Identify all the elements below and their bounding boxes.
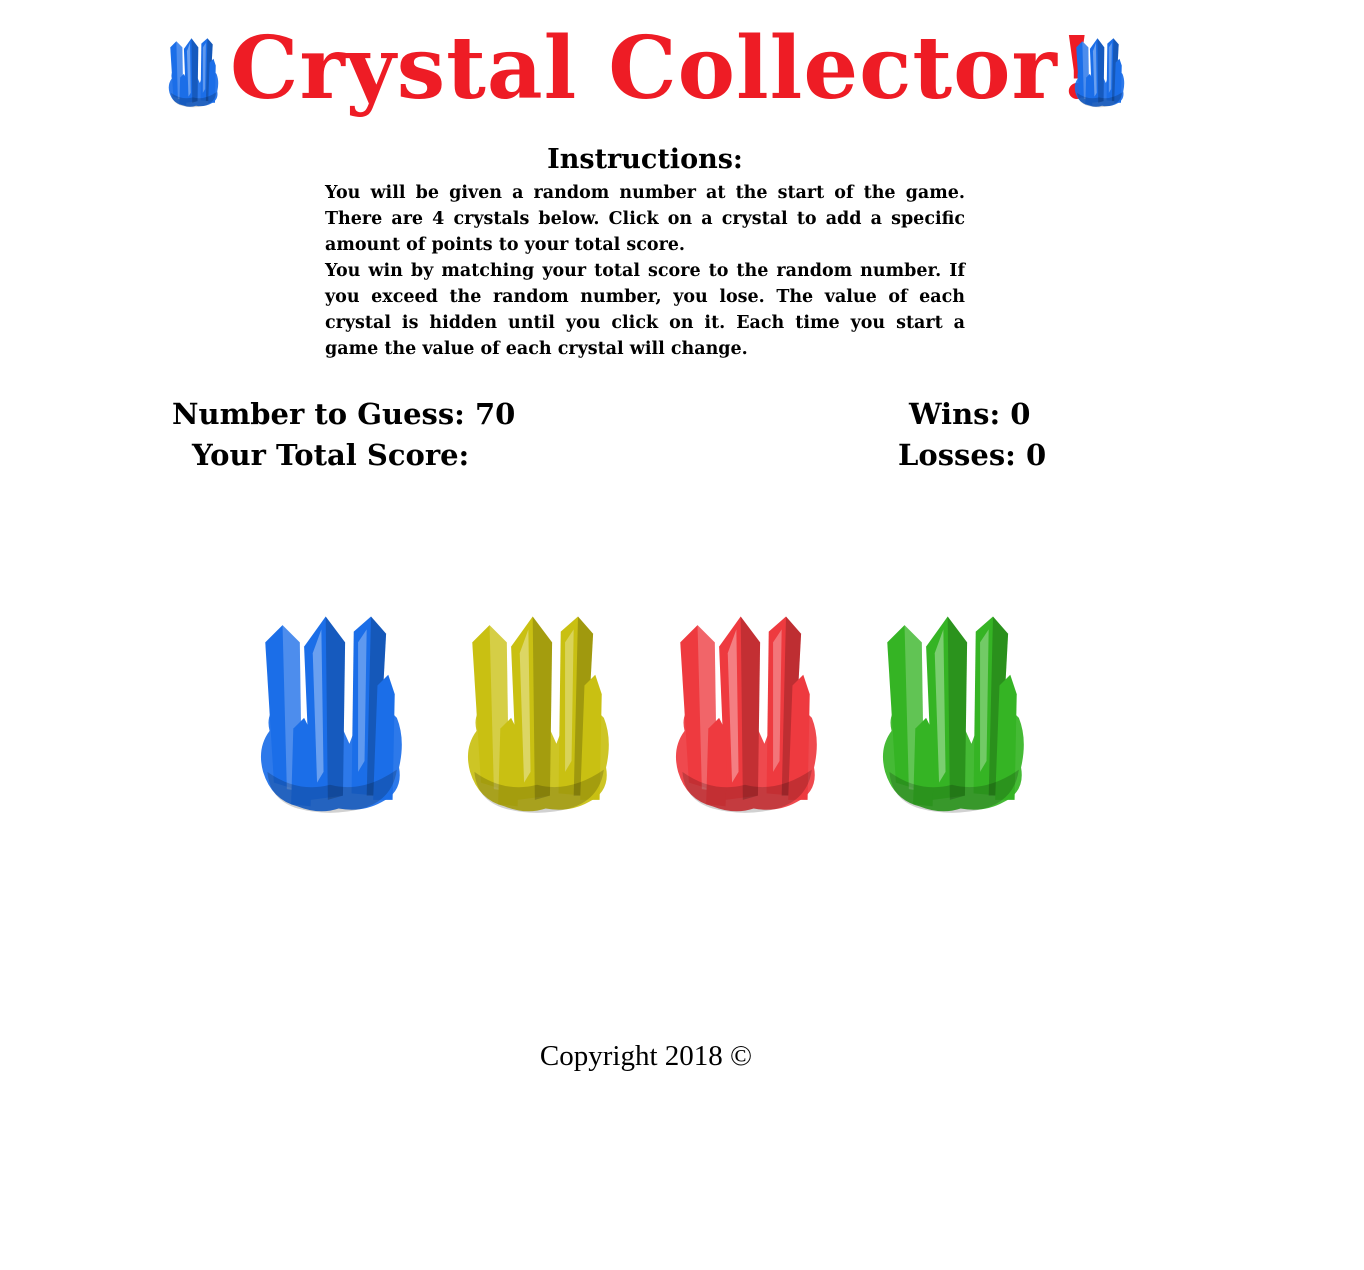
instructions-heading: Instructions:	[547, 144, 743, 175]
yellow-crystal-icon	[457, 610, 617, 815]
instructions-paragraph: You will be given a random number at the…	[325, 183, 965, 255]
page-title: Crystal Collector!	[230, 18, 1097, 119]
total-score: Your Total Score:	[192, 438, 470, 472]
yellow-crystal-button[interactable]	[457, 610, 617, 815]
losses-counter: Losses: 0	[898, 438, 1047, 472]
header: Crystal Collector!	[160, 14, 1135, 134]
instructions-text: You will be given a random number at the…	[325, 180, 965, 362]
green-crystal-icon	[872, 610, 1032, 815]
green-crystal-button[interactable]	[872, 610, 1032, 815]
number-to-guess: Number to Guess: 70	[172, 397, 516, 431]
blue-crystal-icon	[250, 610, 410, 815]
blue-crystal-icon	[1072, 36, 1126, 108]
blue-crystal-button[interactable]	[250, 610, 410, 815]
red-crystal-button[interactable]	[665, 610, 825, 815]
instructions-paragraph: You win by matching your total score to …	[325, 261, 965, 359]
crystal-row	[250, 610, 1040, 820]
footer-copyright: Copyright 2018 ©	[539, 1040, 753, 1072]
wins-counter: Wins: 0	[909, 397, 1031, 431]
blue-crystal-icon	[166, 36, 220, 108]
red-crystal-icon	[665, 610, 825, 815]
